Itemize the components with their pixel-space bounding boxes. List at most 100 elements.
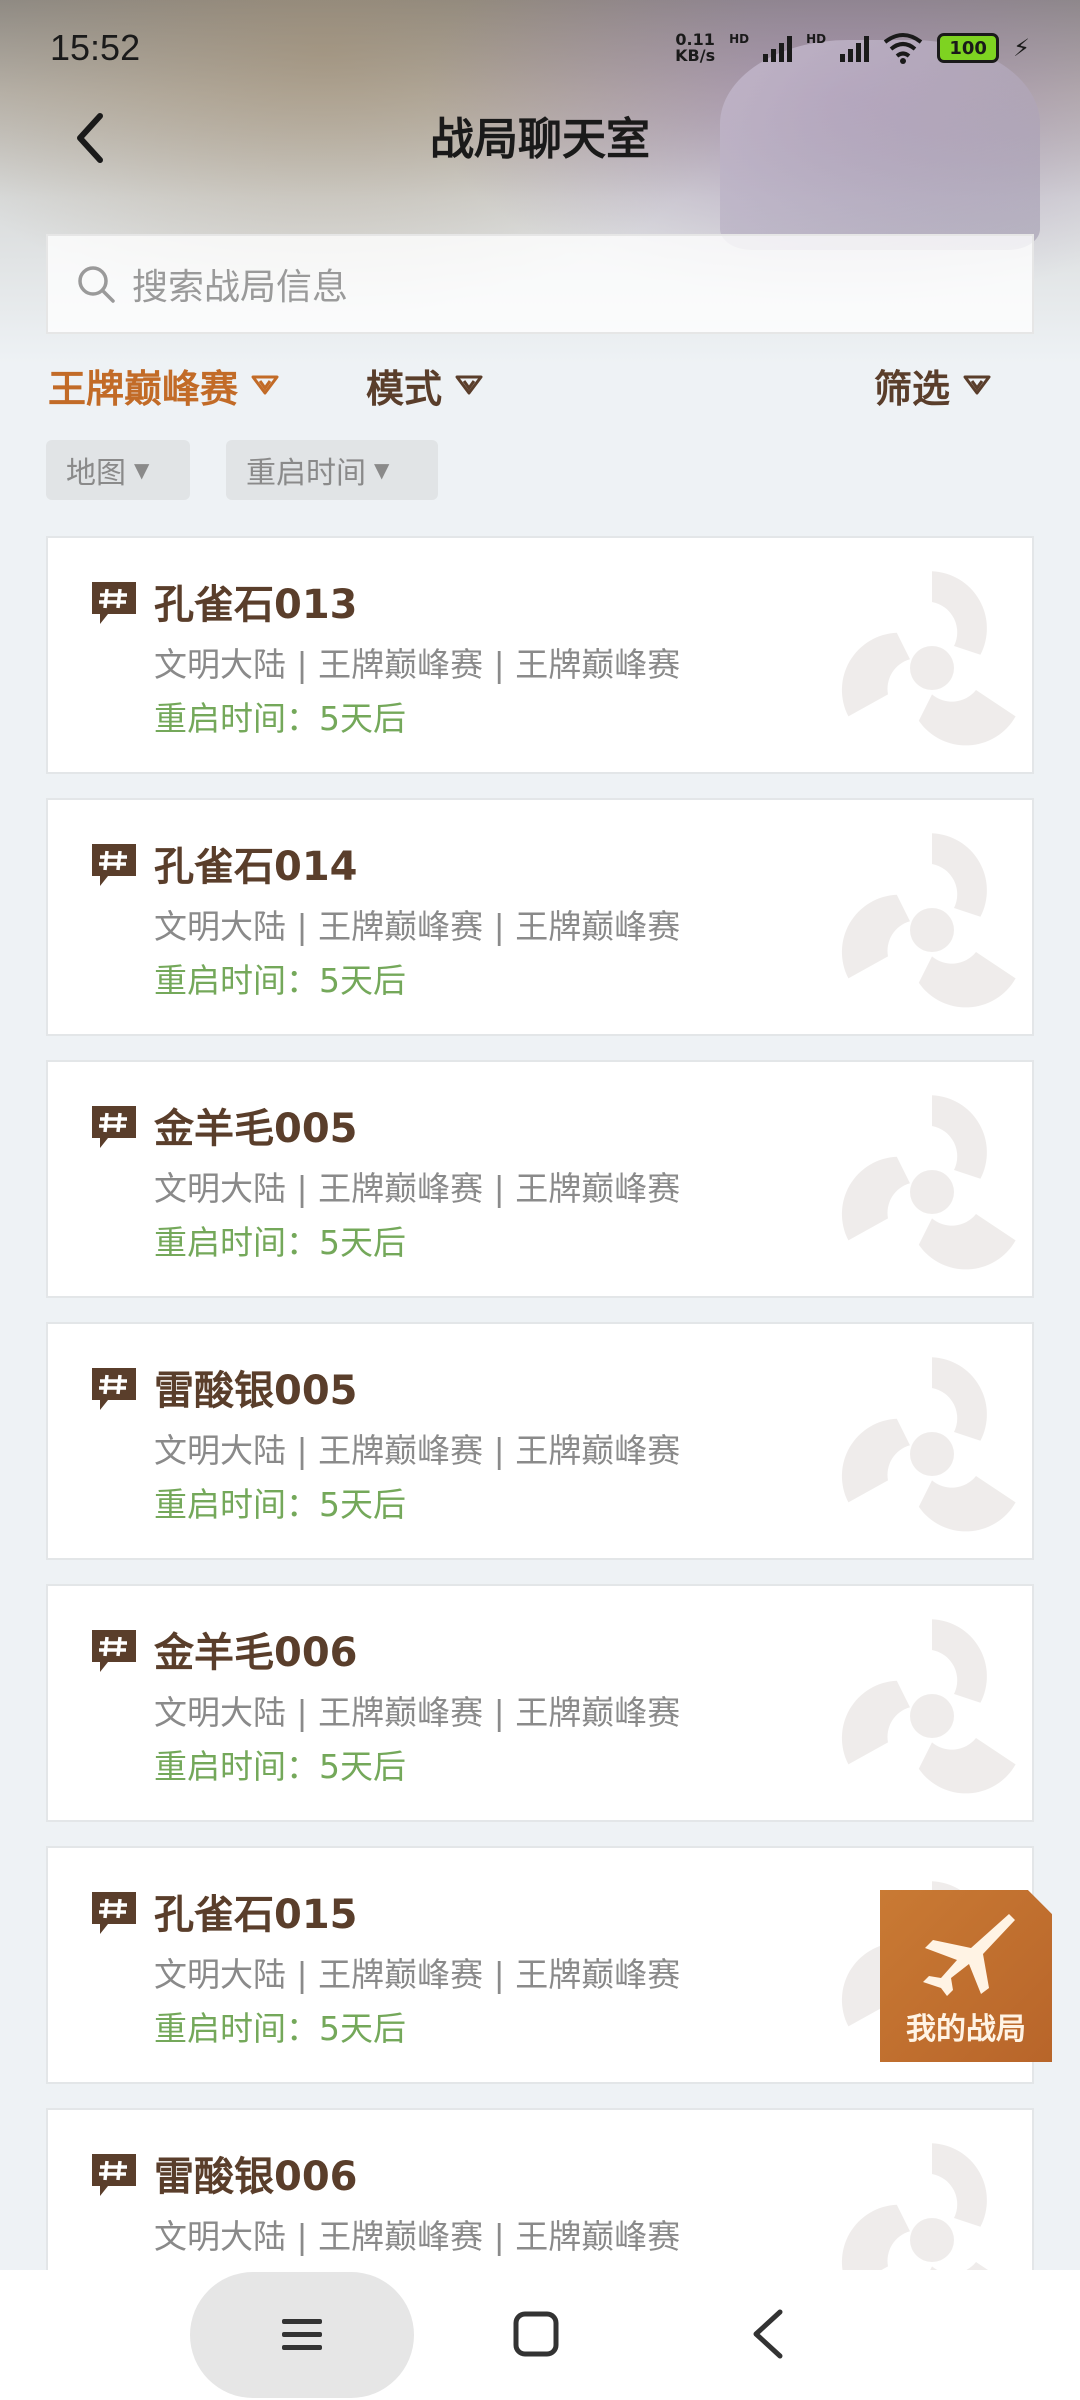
- room-map: 文明大陆: [154, 1693, 286, 1732]
- hash-chat-icon: [92, 582, 136, 624]
- triangle-down-icon: [251, 375, 279, 395]
- room-mode: 王牌巅峰赛: [318, 1431, 484, 1470]
- room-match: 王牌巅峰赛: [515, 907, 681, 946]
- room-match: 王牌巅峰赛: [515, 1693, 681, 1732]
- restart-label: 重启时间：: [154, 2009, 319, 2048]
- restart-label: 重启时间：: [154, 1747, 319, 1786]
- room-name: 孔雀石013: [154, 582, 358, 628]
- room-map: 文明大陆: [154, 2217, 286, 2256]
- restart-value: 5天后: [319, 1747, 406, 1786]
- filter-match-type-label: 王牌巅峰赛: [48, 366, 239, 411]
- hash-chat-icon: [92, 2154, 136, 2196]
- filter-mode[interactable]: 模式: [366, 350, 484, 420]
- room-map: 文明大陆: [154, 1431, 286, 1470]
- room-map: 文明大陆: [154, 1169, 286, 1208]
- divider: |: [483, 1955, 516, 1994]
- room-match: 王牌巅峰赛: [515, 1431, 681, 1470]
- room-card[interactable]: 金羊毛006 文明大陆 | 王牌巅峰赛 | 王牌巅峰赛 重启时间：5天后: [46, 1584, 1034, 1822]
- status-icons: 0.11 KB/s HD HD 100 ⚡: [675, 32, 1030, 64]
- biohazard-icon: [841, 833, 1016, 1008]
- back-button[interactable]: [60, 108, 120, 168]
- my-matches-button[interactable]: 我的战局: [880, 1890, 1052, 2062]
- sim1-hd-label: HD: [729, 32, 750, 46]
- divider: |: [286, 1169, 319, 1208]
- biohazard-icon: [841, 1619, 1016, 1794]
- room-name: 雷酸银005: [154, 1368, 358, 1414]
- signal-icon: [763, 34, 793, 62]
- chip-map-label: 地图: [66, 456, 126, 491]
- divider: |: [286, 1693, 319, 1732]
- room-card[interactable]: 金羊毛005 文明大陆 | 王牌巅峰赛 | 王牌巅峰赛 重启时间：5天后: [46, 1060, 1034, 1298]
- hash-chat-icon: [92, 1630, 136, 1672]
- divider: |: [286, 645, 319, 684]
- divider: |: [483, 907, 516, 946]
- room-restart-time: 重启时间：5天后: [154, 1478, 406, 1526]
- restart-label: 重启时间：: [154, 1223, 319, 1262]
- search-input[interactable]: 搜索战局信息: [46, 234, 1034, 334]
- title-bar: 战局聊天室: [0, 90, 1080, 180]
- room-card[interactable]: 孔雀石014 文明大陆 | 王牌巅峰赛 | 王牌巅峰赛 重启时间：5天后: [46, 798, 1034, 1036]
- signal-icon: [840, 34, 870, 62]
- hash-chat-icon: [92, 1106, 136, 1148]
- room-map: 文明大陆: [154, 1955, 286, 1994]
- restart-value: 5天后: [319, 2009, 406, 2048]
- filter-options-label: 筛选: [874, 366, 951, 411]
- divider: |: [483, 2217, 516, 2256]
- divider: |: [483, 1431, 516, 1470]
- chip-map[interactable]: 地图 ▼: [46, 440, 190, 500]
- room-mode: 王牌巅峰赛: [318, 645, 484, 684]
- divider: |: [286, 1955, 319, 1994]
- sim2-hd-label: HD: [806, 32, 827, 46]
- room-map: 文明大陆: [154, 645, 286, 684]
- room-mode: 王牌巅峰赛: [318, 907, 484, 946]
- my-matches-label: 我的战局: [906, 2012, 1026, 2047]
- hash-chat-icon: [92, 1368, 136, 1410]
- page-title: 战局聊天室: [430, 114, 650, 165]
- room-name: 金羊毛006: [154, 1630, 358, 1676]
- menu-icon: [282, 2319, 322, 2350]
- square-home-icon[interactable]: [512, 2310, 560, 2358]
- divider: |: [286, 2217, 319, 2256]
- search-placeholder: 搜索战局信息: [132, 267, 349, 308]
- battery-icon: 100: [937, 33, 1000, 63]
- room-mode: 王牌巅峰赛: [318, 1693, 484, 1732]
- biohazard-icon: [841, 1095, 1016, 1270]
- room-card[interactable]: 雷酸银005 文明大陆 | 王牌巅峰赛 | 王牌巅峰赛 重启时间：5天后: [46, 1322, 1034, 1560]
- status-bar: 15:52 0.11 KB/s HD HD 100 ⚡: [0, 0, 1080, 96]
- caret-down-icon: ▼: [134, 458, 150, 482]
- room-mode: 王牌巅峰赛: [318, 1169, 484, 1208]
- room-meta: 文明大陆 | 王牌巅峰赛 | 王牌巅峰赛: [154, 1424, 680, 1472]
- restart-label: 重启时间：: [154, 699, 319, 738]
- hash-chat-icon: [92, 1892, 136, 1934]
- network-speed: 0.11 KB/s: [675, 30, 716, 65]
- room-name: 孔雀石015: [154, 1892, 358, 1938]
- room-card[interactable]: 孔雀石013 文明大陆 | 王牌巅峰赛 | 王牌巅峰赛重启时间：5天后: [46, 536, 1034, 774]
- room-mode: 王牌巅峰赛: [318, 1955, 484, 1994]
- filter-match-type[interactable]: 王牌巅峰赛: [48, 350, 280, 420]
- filter-mode-label: 模式: [366, 366, 443, 411]
- room-name: 金羊毛005: [154, 1106, 358, 1152]
- chevron-left-icon: [77, 113, 103, 163]
- room-meta: 文明大陆 | 王牌巅峰赛 | 王牌巅峰赛: [154, 900, 680, 948]
- chip-restart-time-label: 重启时间: [246, 456, 366, 491]
- room-name: 雷酸银006: [154, 2154, 358, 2200]
- restart-label: 重启时间：: [154, 1485, 319, 1524]
- room-name: 孔雀石014: [154, 844, 358, 890]
- divider: |: [286, 1431, 319, 1470]
- search-icon: [78, 266, 115, 303]
- room-match: 王牌巅峰赛: [515, 1169, 681, 1208]
- biohazard-icon: [841, 571, 1016, 746]
- caret-down-icon: ▼: [374, 458, 390, 482]
- nav-menu-button[interactable]: [190, 2272, 414, 2398]
- jet-plane-icon: [923, 1914, 1015, 1996]
- status-time: 15:52: [50, 27, 141, 68]
- restart-value: 5天后: [319, 699, 406, 738]
- room-meta: 文明大陆 | 王牌巅峰赛 | 王牌巅峰赛: [154, 1948, 680, 1996]
- chip-restart-time[interactable]: 重启时间 ▼: [226, 440, 438, 500]
- hash-chat-icon: [92, 844, 136, 886]
- divider: |: [483, 645, 516, 684]
- back-icon[interactable]: [748, 2308, 788, 2360]
- filter-options[interactable]: 筛选: [874, 350, 992, 420]
- room-meta: 文明大陆 | 王牌巅峰赛 | 王牌巅峰赛: [154, 638, 680, 686]
- room-restart-time: 重启时间：5天后: [154, 954, 406, 1002]
